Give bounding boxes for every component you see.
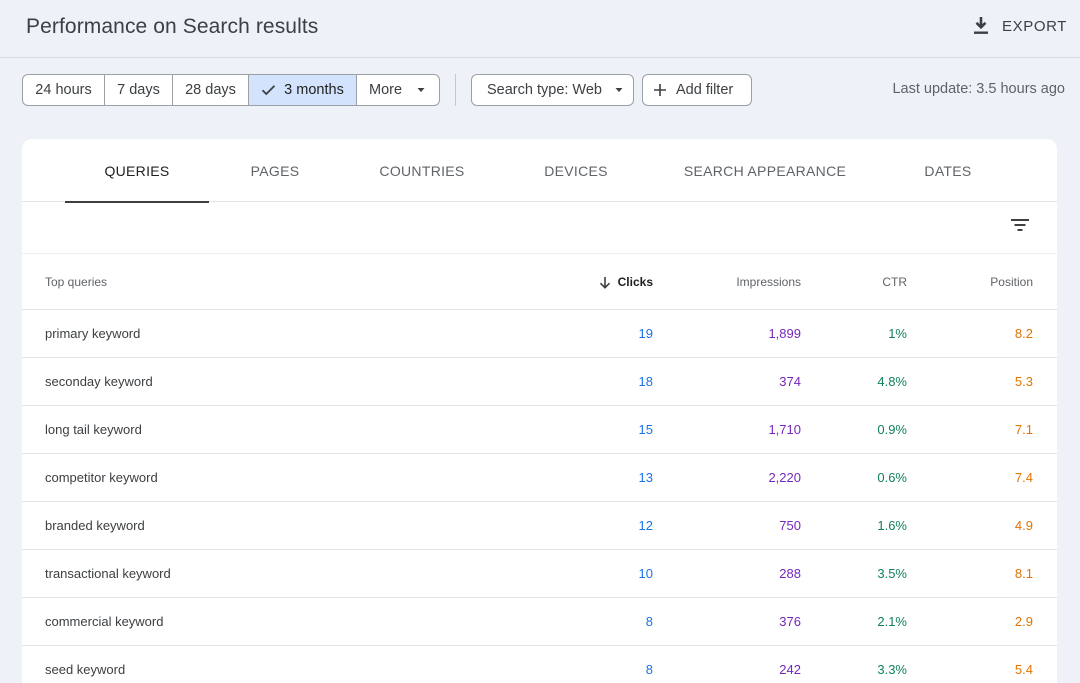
toolbar-divider: [455, 74, 456, 106]
tab-pages[interactable]: PAGES: [227, 139, 323, 202]
impressions-cell: 2,220: [768, 470, 801, 485]
table-row[interactable]: long tail keyword 15 1,710 0.9% 7.1: [22, 406, 1057, 454]
download-icon: [974, 17, 988, 34]
add-filter-label: Add filter: [676, 82, 734, 98]
impressions-cell: 1,710: [768, 422, 801, 437]
clicks-cell: 8: [645, 662, 653, 677]
tab-search-appearance[interactable]: SEARCH APPEARANCE: [677, 139, 853, 202]
position-cell: 5.3: [1014, 374, 1033, 389]
table-row[interactable]: competitor keyword 13 2,220 0.6% 7.4: [22, 454, 1057, 502]
date-range-label: 24 hours: [35, 82, 92, 98]
position-cell: 8.2: [1014, 326, 1033, 341]
query-cell: long tail keyword: [45, 422, 142, 437]
column-header-top-queries: Top queries: [45, 275, 108, 289]
page-title: Performance on Search results: [26, 15, 319, 38]
query-cell: primary keyword: [45, 326, 141, 341]
dimension-tabs: QUERIES PAGES COUNTRIES DEVICES SEARCH A…: [22, 139, 1057, 203]
tab-devices[interactable]: DEVICES: [528, 139, 624, 202]
filter-list-icon[interactable]: [1009, 214, 1031, 236]
table-row[interactable]: seed keyword 8 242 3.3% 5.4: [22, 646, 1057, 683]
query-cell: competitor keyword: [45, 470, 158, 485]
clicks-cell: 10: [638, 566, 653, 581]
export-label: EXPORT: [1002, 17, 1068, 35]
column-header-position[interactable]: Position: [990, 275, 1033, 289]
position-cell: 8.1: [1014, 566, 1033, 581]
ctr-cell: 1%: [888, 326, 907, 341]
clicks-cell: 8: [645, 614, 653, 629]
impressions-cell: 288: [779, 566, 801, 581]
ctr-cell: 4.8%: [877, 374, 907, 389]
tab-dates[interactable]: DATES: [900, 139, 996, 202]
table-row[interactable]: commercial keyword 8 376 2.1% 2.9: [22, 598, 1057, 646]
position-cell: 4.9: [1014, 518, 1033, 533]
tab-queries[interactable]: QUERIES: [65, 139, 209, 203]
column-header-impressions[interactable]: Impressions: [736, 275, 801, 289]
table-row[interactable]: transactional keyword 10 288 3.5% 8.1: [22, 550, 1057, 598]
report-card: QUERIES PAGES COUNTRIES DEVICES SEARCH A…: [22, 139, 1057, 683]
query-cell: seconday keyword: [45, 374, 153, 389]
query-cell: seed keyword: [45, 662, 126, 677]
query-cell: commercial keyword: [45, 614, 164, 629]
ctr-cell: 1.6%: [877, 518, 907, 533]
plus-icon: [653, 83, 667, 97]
check-icon: [261, 84, 276, 96]
impressions-cell: 376: [779, 614, 801, 629]
ctr-cell: 0.6%: [877, 470, 907, 485]
date-range-selector: 24 hours 7 days 28 days 3 months More: [22, 74, 440, 106]
ctr-cell: 3.5%: [877, 566, 907, 581]
date-range-24-hours[interactable]: 24 hours: [23, 75, 105, 105]
query-cell: branded keyword: [45, 518, 145, 533]
table-row[interactable]: branded keyword 12 750 1.6% 4.9: [22, 502, 1057, 550]
arrow-down-icon: [599, 276, 610, 289]
clicks-cell: 13: [638, 470, 653, 485]
column-header-clicks[interactable]: Clicks: [599, 275, 653, 289]
column-header-ctr[interactable]: CTR: [882, 275, 907, 289]
page-header: Performance on Search results EXPORT: [0, 0, 1080, 58]
clicks-cell: 19: [638, 326, 653, 341]
search-type-label: Search type: Web: [487, 82, 602, 98]
tab-countries[interactable]: COUNTRIES: [366, 139, 478, 202]
date-range-label: 7 days: [117, 82, 160, 98]
impressions-cell: 374: [779, 374, 801, 389]
query-cell: transactional keyword: [45, 566, 171, 581]
caret-down-icon: [614, 87, 624, 93]
position-cell: 7.1: [1014, 422, 1033, 437]
caret-down-icon: [416, 87, 426, 93]
clicks-cell: 12: [638, 518, 653, 533]
table-row[interactable]: seconday keyword 18 374 4.8% 5.3: [22, 358, 1057, 406]
clicks-cell: 15: [638, 422, 653, 437]
table-row[interactable]: primary keyword 19 1,899 1% 8.2: [22, 310, 1057, 358]
position-cell: 5.4: [1014, 662, 1033, 677]
last-update-status: Last update: 3.5 hours ago: [892, 81, 1065, 97]
date-range-7-days[interactable]: 7 days: [105, 75, 173, 105]
date-range-more-dropdown[interactable]: More: [357, 75, 439, 105]
add-filter-button[interactable]: Add filter: [642, 74, 752, 106]
date-range-28-days[interactable]: 28 days: [173, 75, 249, 105]
impressions-cell: 1,899: [768, 326, 801, 341]
date-range-label: More: [369, 82, 403, 98]
date-range-label: 3 months: [284, 82, 344, 98]
position-cell: 7.4: [1014, 470, 1033, 485]
ctr-cell: 2.1%: [877, 614, 907, 629]
date-range-3-months[interactable]: 3 months: [249, 75, 357, 105]
clicks-cell: 18: [638, 374, 653, 389]
impressions-cell: 242: [779, 662, 801, 677]
export-button[interactable]: EXPORT: [972, 12, 1067, 40]
search-console-performance-page: Performance on Search results EXPORT 24 …: [0, 0, 1080, 683]
table-header: Top queries Clicks Impressions CTR Posit…: [22, 253, 1057, 310]
date-range-label: 28 days: [185, 82, 236, 98]
position-cell: 2.9: [1014, 614, 1033, 629]
search-type-dropdown[interactable]: Search type: Web: [471, 74, 634, 106]
impressions-cell: 750: [779, 518, 801, 533]
clicks-header-label: Clicks: [617, 275, 653, 289]
ctr-cell: 3.3%: [877, 662, 907, 677]
ctr-cell: 0.9%: [877, 422, 907, 437]
